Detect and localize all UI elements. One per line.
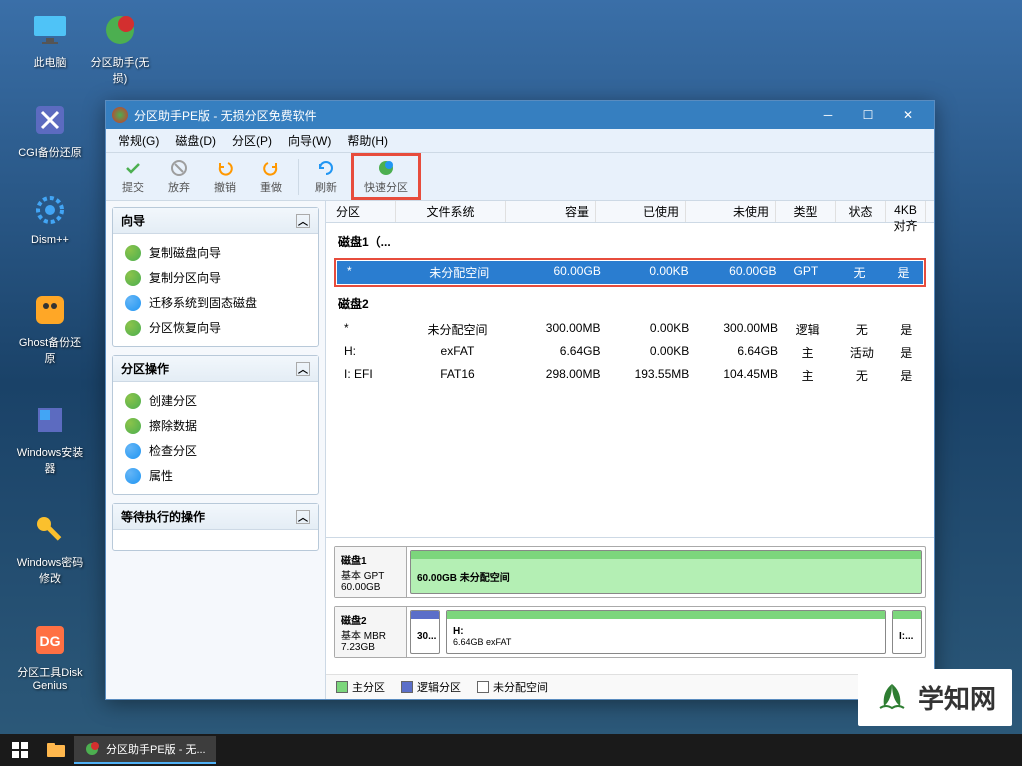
minimize-button[interactable]: ─ <box>808 101 848 129</box>
table-row[interactable]: *未分配空间300.00MB0.00KB300.00MB逻辑无是 <box>334 318 926 341</box>
desktop-icon-partition[interactable]: 分区助手(无损) <box>85 10 155 86</box>
sidebar-wipe-data[interactable]: 擦除数据 <box>119 413 312 438</box>
sidebar-check-partition[interactable]: 检查分区 <box>119 438 312 463</box>
disk-visual: 磁盘1基本 GPT60.00GB 60.00GB 未分配空间 磁盘2基本 MBR… <box>326 537 934 674</box>
watermark: 学知网 <box>858 669 1012 726</box>
legend: 主分区 逻辑分区 未分配空间 <box>326 674 934 699</box>
disk2-title[interactable]: 磁盘2 <box>334 289 926 318</box>
table-row[interactable]: H:exFAT6.64GB0.00KB6.64GB主活动是 <box>334 341 926 364</box>
toolbar-redo[interactable]: 重做 <box>250 156 292 197</box>
menu-help[interactable]: 帮助(H) <box>339 130 396 151</box>
toolbar-discard[interactable]: 放弃 <box>158 156 200 197</box>
desktop-icon-dism[interactable]: Dism++ <box>15 190 85 246</box>
taskbar-app[interactable]: 分区助手PE版 - 无... <box>74 736 216 764</box>
sidebar: 向导 ︿ 复制磁盘向导 复制分区向导 迁移系统到固态磁盘 分区恢复向导 分区操作 ︿… <box>106 201 326 699</box>
panel-wizard-title: 向导 <box>121 212 145 229</box>
toolbar-undo[interactable]: 撤销 <box>204 156 246 197</box>
legend-unalloc: 未分配空间 <box>477 679 548 695</box>
desktop-icon-ghost[interactable]: Ghost备份还原 <box>15 290 85 366</box>
toolbar-refresh[interactable]: 刷新 <box>305 156 347 197</box>
sidebar-migrate-ssd[interactable]: 迁移系统到固态磁盘 <box>119 290 312 315</box>
window-title: 分区助手PE版 - 无损分区免费软件 <box>134 107 808 124</box>
app-window: 分区助手PE版 - 无损分区免费软件 ─ ☐ ✕ 常规(G) 磁盘(D) 分区(… <box>105 100 935 700</box>
maximize-button[interactable]: ☐ <box>848 101 888 129</box>
seg-unallocated[interactable]: 60.00GB 未分配空间 <box>410 550 922 594</box>
wizard-icon <box>125 295 141 311</box>
legend-primary: 主分区 <box>336 679 385 695</box>
partition-list: 磁盘1（... *未分配空间60.00GB0.00KB60.00GBGPT无是 … <box>326 223 934 537</box>
taskbar: 分区助手PE版 - 无... <box>0 734 1022 766</box>
app-icon <box>112 107 128 123</box>
desktop-icon-password[interactable]: Windows密码修改 <box>15 510 85 586</box>
panel-pending: 等待执行的操作 ︿ <box>112 503 319 551</box>
op-icon <box>125 468 141 484</box>
disk1-title[interactable]: 磁盘1（... <box>334 227 926 256</box>
titlebar[interactable]: 分区助手PE版 - 无损分区免费软件 ─ ☐ ✕ <box>106 101 934 129</box>
op-icon <box>125 393 141 409</box>
wizard-icon <box>125 320 141 336</box>
menubar: 常规(G) 磁盘(D) 分区(P) 向导(W) 帮助(H) <box>106 129 934 153</box>
wizard-icon <box>125 245 141 261</box>
desktop-icon-diskgenius[interactable]: DG分区工具DiskGenius <box>15 620 85 692</box>
op-icon <box>125 443 141 459</box>
desktop-icon-cgi[interactable]: CGI备份还原 <box>15 100 85 160</box>
menu-wizard[interactable]: 向导(W) <box>280 130 339 151</box>
table-row[interactable]: *未分配空间60.00GB0.00KB60.00GBGPT无是 <box>337 261 923 284</box>
disk1-info: 磁盘1基本 GPT60.00GB <box>335 547 407 597</box>
collapse-icon[interactable]: ︿ <box>296 362 310 376</box>
legend-logical: 逻辑分区 <box>401 679 461 695</box>
toolbar-quick-partition[interactable]: 快速分区 <box>354 156 418 197</box>
taskbar-explorer[interactable] <box>40 736 72 764</box>
sidebar-recover-partition[interactable]: 分区恢复向导 <box>119 315 312 340</box>
start-button[interactable] <box>0 734 40 766</box>
sidebar-copy-partition[interactable]: 复制分区向导 <box>119 265 312 290</box>
seg-primary-h[interactable]: H:6.64GB exFAT <box>446 610 886 654</box>
toolbar-separator <box>298 159 299 195</box>
seg-logical[interactable]: 30... <box>410 610 440 654</box>
collapse-icon[interactable]: ︿ <box>296 510 310 524</box>
toolbar: 提交 放弃 撤销 重做 刷新 快速分区 <box>106 153 934 201</box>
panel-pending-title: 等待执行的操作 <box>121 508 205 525</box>
menu-general[interactable]: 常规(G) <box>110 130 167 151</box>
main-content: 分区 文件系统 容量 已使用 未使用 类型 状态 4KB对齐 磁盘1（... *… <box>326 201 934 699</box>
close-button[interactable]: ✕ <box>888 101 928 129</box>
table-row[interactable]: I: EFIFAT16298.00MB193.55MB104.45MB主无是 <box>334 364 926 387</box>
disk1-block[interactable]: 磁盘1基本 GPT60.00GB 60.00GB 未分配空间 <box>334 546 926 598</box>
sidebar-copy-disk[interactable]: 复制磁盘向导 <box>119 240 312 265</box>
seg-primary-i[interactable]: I:... <box>892 610 922 654</box>
disk2-block[interactable]: 磁盘2基本 MBR7.23GB 30... H:6.64GB exFAT I:.… <box>334 606 926 658</box>
desktop-icon-this-pc[interactable]: 此电脑 <box>15 10 85 70</box>
leaf-icon <box>874 680 910 716</box>
op-icon <box>125 418 141 434</box>
disk2-info: 磁盘2基本 MBR7.23GB <box>335 607 407 657</box>
menu-partition[interactable]: 分区(P) <box>224 130 280 151</box>
panel-ops-title: 分区操作 <box>121 360 169 377</box>
svg-text:DG: DG <box>40 633 61 649</box>
panel-ops: 分区操作 ︿ 创建分区 擦除数据 检查分区 属性 <box>112 355 319 495</box>
sidebar-create-partition[interactable]: 创建分区 <box>119 388 312 413</box>
table-header: 分区 文件系统 容量 已使用 未使用 类型 状态 4KB对齐 <box>326 201 934 223</box>
toolbar-apply[interactable]: 提交 <box>112 156 154 197</box>
menu-disk[interactable]: 磁盘(D) <box>167 130 224 151</box>
panel-wizard: 向导 ︿ 复制磁盘向导 复制分区向导 迁移系统到固态磁盘 分区恢复向导 <box>112 207 319 347</box>
collapse-icon[interactable]: ︿ <box>296 214 310 228</box>
sidebar-properties[interactable]: 属性 <box>119 463 312 488</box>
wizard-icon <box>125 270 141 286</box>
desktop-icon-wininstall[interactable]: Windows安装器 <box>15 400 85 476</box>
